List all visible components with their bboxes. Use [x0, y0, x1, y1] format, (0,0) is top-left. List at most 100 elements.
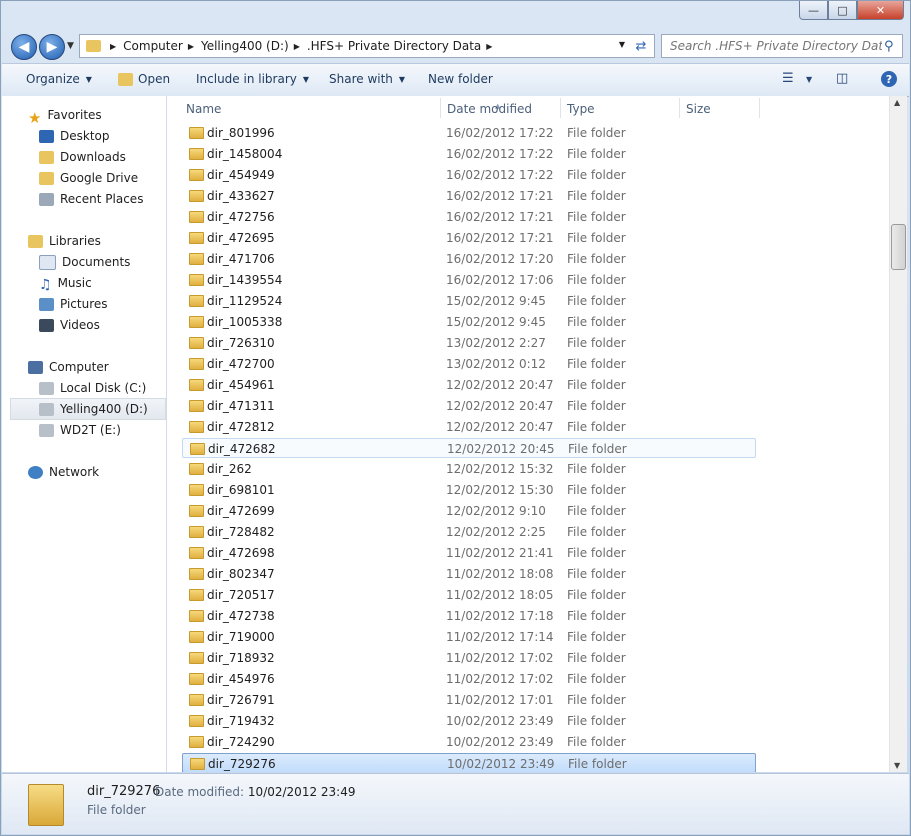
nav-desktop[interactable]: Desktop — [39, 126, 110, 146]
breadcrumb-chevron-icon[interactable]: ▶ — [188, 42, 194, 51]
file-row[interactable]: dir_454976 11/02/2012 17:02 File folder — [182, 669, 756, 689]
file-row[interactable]: dir_433627 16/02/2012 17:21 File folder — [182, 186, 756, 206]
file-row[interactable]: dir_472812 12/02/2012 20:47 File folder — [182, 417, 756, 437]
file-row[interactable]: dir_472682 12/02/2012 20:45 File folder — [182, 438, 756, 458]
column-size[interactable]: Size — [686, 102, 711, 116]
search-input[interactable] — [668, 38, 884, 54]
column-divider[interactable] — [759, 98, 760, 118]
file-row[interactable]: dir_454961 12/02/2012 20:47 File folder — [182, 375, 756, 395]
nav-wd2t[interactable]: WD2T (E:) — [39, 420, 121, 440]
change-view-icon[interactable]: ☰ — [782, 71, 794, 86]
nav-network[interactable]: Network — [28, 462, 99, 482]
file-row[interactable]: dir_720517 11/02/2012 18:05 File folder — [182, 585, 756, 605]
documents-icon — [39, 254, 56, 270]
file-row[interactable]: dir_801996 16/02/2012 17:22 File folder — [182, 123, 756, 143]
file-row[interactable]: dir_1129524 15/02/2012 9:45 File folder — [182, 291, 756, 311]
folder-icon — [189, 316, 204, 328]
address-dropdown-icon[interactable]: ▼ — [619, 40, 625, 49]
file-row[interactable]: dir_454949 16/02/2012 17:22 File folder — [182, 165, 756, 185]
file-row[interactable]: dir_726310 13/02/2012 2:27 File folder — [182, 333, 756, 353]
nav-yelling400[interactable]: Yelling400 (D:) — [10, 398, 166, 420]
preview-pane-icon[interactable]: ◫ — [836, 71, 848, 86]
include-in-library-button[interactable]: Include in library ▼ — [196, 72, 309, 86]
file-row[interactable]: dir_1458004 16/02/2012 17:22 File folder — [182, 144, 756, 164]
file-name: dir_801996 — [207, 126, 275, 140]
file-row[interactable]: dir_724290 10/02/2012 23:49 File folder — [182, 732, 756, 752]
share-with-button[interactable]: Share with ▼ — [329, 72, 405, 86]
nav-downloads[interactable]: Downloads — [39, 147, 126, 167]
scroll-down-icon[interactable]: ▼ — [894, 761, 900, 770]
file-type: File folder — [567, 378, 626, 392]
file-row[interactable]: dir_472700 13/02/2012 0:12 File folder — [182, 354, 756, 374]
search-icon[interactable]: ⚲ — [884, 39, 894, 54]
scroll-up-icon[interactable]: ▲ — [894, 98, 900, 107]
file-type: File folder — [568, 757, 627, 771]
file-name: dir_433627 — [207, 189, 275, 203]
nav-documents[interactable]: Documents — [39, 252, 130, 272]
nav-computer[interactable]: Computer — [28, 357, 109, 377]
file-row[interactable]: dir_471311 12/02/2012 20:47 File folder — [182, 396, 756, 416]
file-row[interactable]: dir_719000 11/02/2012 17:14 File folder — [182, 627, 756, 647]
refresh-icon[interactable]: ⇄ — [628, 34, 655, 58]
nav-recent-places-label: Recent Places — [60, 192, 144, 206]
file-name: dir_718932 — [207, 651, 275, 665]
folder-icon — [189, 337, 204, 349]
back-arrow-icon[interactable]: ◀ — [11, 34, 37, 60]
file-date: 16/02/2012 17:21 — [446, 231, 554, 245]
scroll-thumb[interactable] — [891, 224, 906, 270]
breadcrumb-chevron-icon[interactable]: ▶ — [110, 42, 116, 51]
vertical-scrollbar[interactable]: ▲ ▼ — [889, 96, 907, 772]
nav-recent-places[interactable]: Recent Places — [39, 189, 143, 209]
breadcrumb-chevron-icon[interactable]: ▶ — [294, 42, 300, 51]
nav-pictures[interactable]: Pictures — [39, 294, 108, 314]
nav-videos[interactable]: Videos — [39, 315, 100, 335]
file-row[interactable]: dir_472699 12/02/2012 9:10 File folder — [182, 501, 756, 521]
maximize-button[interactable]: □ — [828, 1, 857, 20]
column-divider[interactable] — [440, 98, 441, 118]
column-divider[interactable] — [679, 98, 680, 118]
breadcrumb-computer[interactable]: Computer — [123, 39, 183, 53]
file-row[interactable]: dir_719432 10/02/2012 23:49 File folder — [182, 711, 756, 731]
nav-google-drive[interactable]: Google Drive — [39, 168, 138, 188]
file-row[interactable]: dir_1005338 15/02/2012 9:45 File folder — [182, 312, 756, 332]
breadcrumb-chevron-icon[interactable]: ▶ — [486, 42, 492, 51]
forward-arrow-icon[interactable]: ▶ — [39, 34, 65, 60]
file-row[interactable]: dir_471706 16/02/2012 17:20 File folder — [182, 249, 756, 269]
breadcrumb-folder[interactable]: .HFS+ Private Directory Data — [307, 39, 481, 53]
file-row[interactable]: dir_262 12/02/2012 15:32 File folder — [182, 459, 756, 479]
column-date-modified[interactable]: Date modified — [447, 102, 532, 116]
nav-music[interactable]: ♫ Music — [39, 273, 92, 293]
open-label: Open — [138, 72, 171, 86]
nav-local-disk[interactable]: Local Disk (C:) — [39, 378, 146, 398]
new-folder-button[interactable]: New folder — [428, 72, 493, 86]
file-row[interactable]: dir_472698 11/02/2012 21:41 File folder — [182, 543, 756, 563]
file-row[interactable]: dir_472756 16/02/2012 17:21 File folder — [182, 207, 756, 227]
file-row[interactable]: dir_472695 16/02/2012 17:21 File folder — [182, 228, 756, 248]
address-bar[interactable]: ▶ Computer ▶ Yelling400 (D:) ▶ .HFS+ Pri… — [79, 34, 630, 58]
close-button[interactable]: ✕ — [857, 1, 904, 20]
column-divider[interactable] — [560, 98, 561, 118]
nav-libraries[interactable]: Libraries — [28, 231, 101, 251]
file-row[interactable]: dir_726791 11/02/2012 17:01 File folder — [182, 690, 756, 710]
column-type[interactable]: Type — [567, 102, 595, 116]
breadcrumb-drive[interactable]: Yelling400 (D:) — [201, 39, 289, 53]
recent-pages-chevron-icon[interactable]: ▼ — [67, 41, 74, 51]
file-row[interactable]: dir_1439554 16/02/2012 17:06 File folder — [182, 270, 756, 290]
help-icon[interactable]: ? — [881, 71, 897, 87]
file-name: dir_262 — [207, 462, 252, 476]
column-name[interactable]: Name — [186, 102, 221, 116]
file-row[interactable]: dir_728482 12/02/2012 2:25 File folder — [182, 522, 756, 542]
folder-icon — [86, 40, 101, 52]
file-type: File folder — [567, 483, 626, 497]
organize-button[interactable]: Organize ▼ — [26, 72, 92, 86]
file-row[interactable]: dir_698101 12/02/2012 15:30 File folder — [182, 480, 756, 500]
minimize-button[interactable]: — — [799, 1, 828, 20]
open-button[interactable]: Open — [118, 72, 170, 86]
file-row[interactable]: dir_472738 11/02/2012 17:18 File folder — [182, 606, 756, 626]
view-options-chevron-icon[interactable]: ▼ — [806, 75, 812, 84]
file-row[interactable]: dir_729276 10/02/2012 23:49 File folder — [182, 753, 756, 772]
pictures-icon — [39, 297, 54, 311]
file-row[interactable]: dir_802347 11/02/2012 18:08 File folder — [182, 564, 756, 584]
nav-favorites[interactable]: ★ Favorites — [28, 105, 102, 127]
file-row[interactable]: dir_718932 11/02/2012 17:02 File folder — [182, 648, 756, 668]
